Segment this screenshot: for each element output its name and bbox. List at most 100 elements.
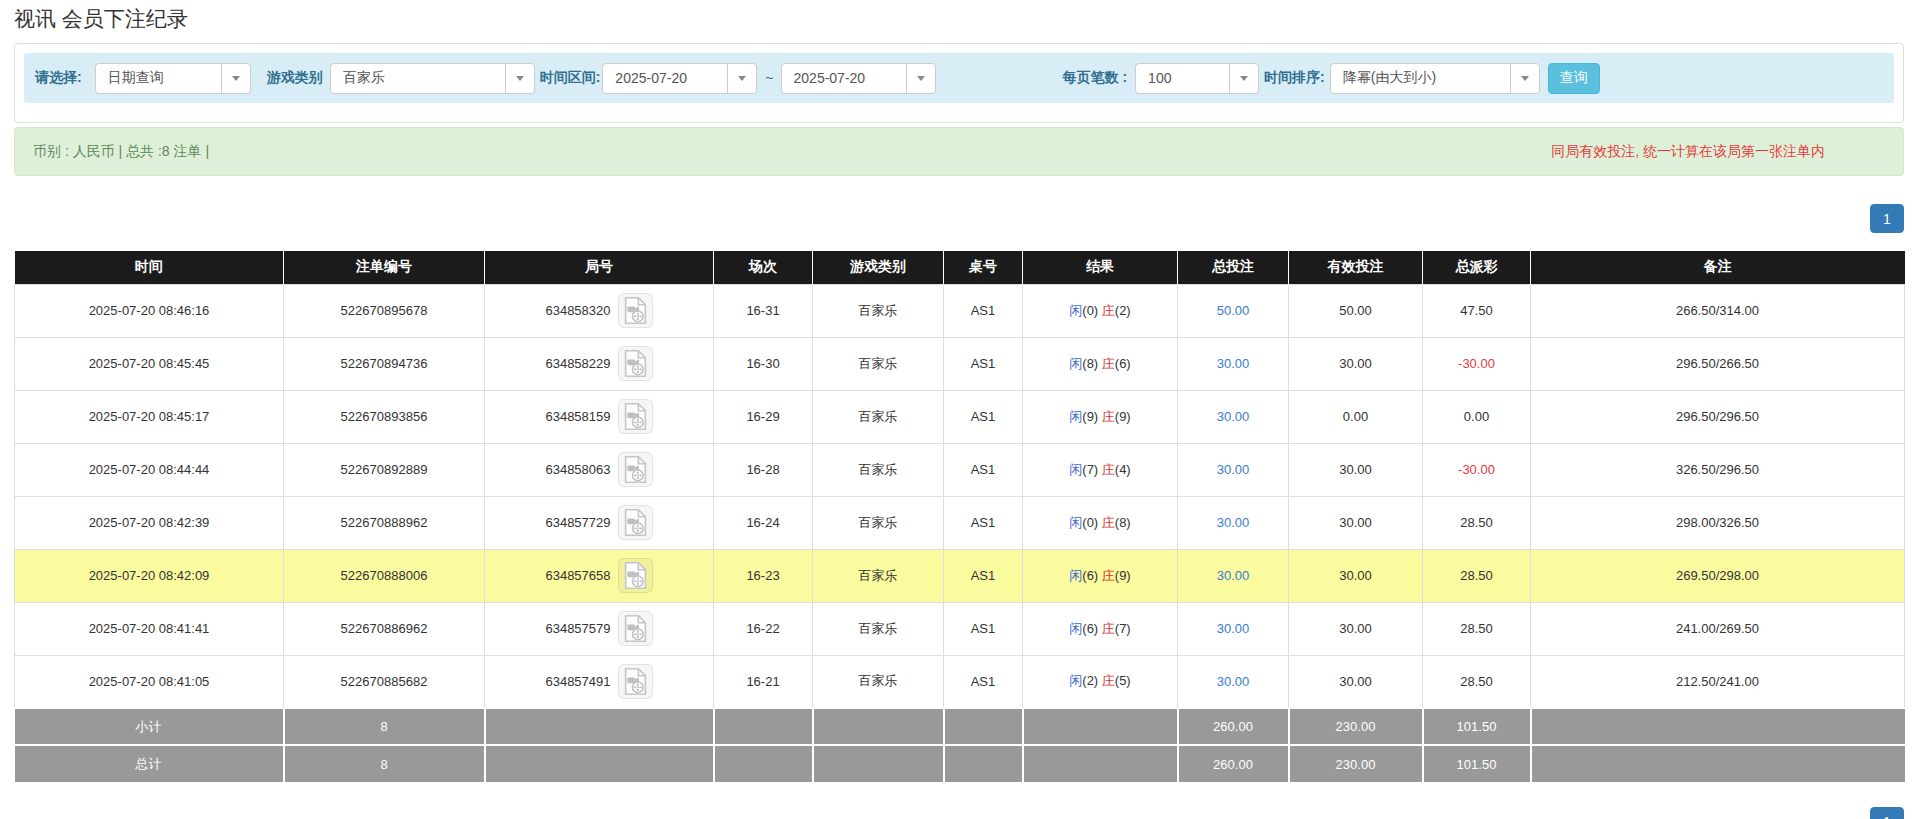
cell-table: AS1 bbox=[944, 390, 1023, 443]
cell-total-bet[interactable]: 30.00 bbox=[1178, 549, 1289, 602]
chevron-down-icon bbox=[906, 64, 935, 93]
video-replay-button[interactable] bbox=[618, 399, 653, 434]
cell-time: 2025-07-20 08:45:17 bbox=[15, 390, 284, 443]
video-file-icon bbox=[622, 667, 649, 696]
cell-game: 百家乐 bbox=[813, 284, 944, 337]
cell-round-id: 634857729 bbox=[485, 496, 714, 549]
query-button[interactable]: 查询 bbox=[1548, 63, 1600, 94]
cell-valid-bet: 0.00 bbox=[1289, 390, 1423, 443]
bet-records-table: 时间注单编号局号场次游戏类别桌号结果总投注有效投注总派彩备注 2025-07-2… bbox=[14, 251, 1905, 782]
video-replay-button[interactable] bbox=[618, 558, 653, 593]
query-type-select[interactable]: 日期查询 bbox=[95, 63, 251, 94]
cell-time: 2025-07-20 08:44:44 bbox=[15, 443, 284, 496]
cell-time: 2025-07-20 08:46:16 bbox=[15, 284, 284, 337]
cell-payout: 28.50 bbox=[1423, 496, 1531, 549]
cell-valid-bet: 30.00 bbox=[1289, 549, 1423, 602]
cell-total-bet[interactable]: 50.00 bbox=[1178, 284, 1289, 337]
footer-count: 8 bbox=[284, 745, 485, 782]
footer-payout: 101.50 bbox=[1423, 708, 1531, 745]
page-size-label: 每页笔数 : bbox=[1063, 69, 1128, 87]
video-file-icon bbox=[622, 561, 649, 590]
cell-payout: 47.50 bbox=[1423, 284, 1531, 337]
cell-table: AS1 bbox=[944, 443, 1023, 496]
cell-result: 闲(9) 庄(9) bbox=[1023, 390, 1178, 443]
video-replay-button[interactable] bbox=[618, 293, 653, 328]
footer-count: 8 bbox=[284, 708, 485, 745]
cell-time: 2025-07-20 08:41:05 bbox=[15, 655, 284, 708]
sort-select[interactable]: 降幂(由大到小) bbox=[1330, 63, 1540, 94]
cell-note: 241.00/269.50 bbox=[1531, 602, 1905, 655]
cell-session: 16-23 bbox=[714, 549, 813, 602]
sort-label: 时间排序: bbox=[1264, 69, 1325, 87]
cell-session: 16-21 bbox=[714, 655, 813, 708]
footer-total-bet: 260.00 bbox=[1178, 708, 1289, 745]
cell-game: 百家乐 bbox=[813, 496, 944, 549]
page-1-button[interactable]: 1 bbox=[1870, 204, 1904, 233]
page-size-select[interactable]: 100 bbox=[1135, 63, 1259, 94]
cell-note: 326.50/296.50 bbox=[1531, 443, 1905, 496]
footer-label: 总计 bbox=[15, 745, 284, 782]
cell-bet-id: 522670895678 bbox=[284, 284, 485, 337]
cell-note: 298.00/326.50 bbox=[1531, 496, 1905, 549]
cell-valid-bet: 30.00 bbox=[1289, 496, 1423, 549]
video-replay-button[interactable] bbox=[618, 611, 653, 646]
filter-bar: 请选择: 日期查询 游戏类别 百家乐 时间区间: 2025-07-20 ~ 20… bbox=[24, 53, 1894, 103]
column-header-6: 桌号 bbox=[944, 251, 1023, 284]
column-header-7: 结果 bbox=[1023, 251, 1178, 284]
cell-total-bet[interactable]: 30.00 bbox=[1178, 443, 1289, 496]
cell-table: AS1 bbox=[944, 284, 1023, 337]
pagination-bottom: 1 bbox=[14, 807, 1904, 819]
footer-label: 小计 bbox=[15, 708, 284, 745]
date-from-select[interactable]: 2025-07-20 bbox=[602, 63, 757, 94]
summary-currency-count: 币别 : 人民币 | 总共 :8 注单 | bbox=[33, 143, 209, 161]
cell-total-bet[interactable]: 30.00 bbox=[1178, 655, 1289, 708]
video-file-icon bbox=[622, 455, 649, 484]
video-replay-button[interactable] bbox=[618, 505, 653, 540]
summary-note: 同局有效投注, 统一计算在该局第一张注单内 bbox=[1551, 143, 1885, 161]
cell-payout: 28.50 bbox=[1423, 549, 1531, 602]
cell-total-bet[interactable]: 30.00 bbox=[1178, 390, 1289, 443]
cell-table: AS1 bbox=[944, 337, 1023, 390]
table-row: 2025-07-20 08:46:16522670895678634858320… bbox=[15, 284, 1905, 337]
column-header-4: 场次 bbox=[714, 251, 813, 284]
game-type-select[interactable]: 百家乐 bbox=[330, 63, 535, 94]
table-footer-row: 总计8260.00230.00101.50 bbox=[15, 745, 1905, 782]
cell-note: 296.50/266.50 bbox=[1531, 337, 1905, 390]
cell-valid-bet: 30.00 bbox=[1289, 655, 1423, 708]
range-separator: ~ bbox=[765, 70, 773, 86]
cell-round-id: 634857579 bbox=[485, 602, 714, 655]
cell-note: 212.50/241.00 bbox=[1531, 655, 1905, 708]
date-to-select[interactable]: 2025-07-20 bbox=[781, 63, 936, 94]
cell-table: AS1 bbox=[944, 602, 1023, 655]
table-footer-row: 小计8260.00230.00101.50 bbox=[15, 708, 1905, 745]
chevron-down-icon bbox=[1510, 64, 1539, 93]
cell-round-id: 634858229 bbox=[485, 337, 714, 390]
table-row: 2025-07-20 08:41:05522670885682634857491… bbox=[15, 655, 1905, 708]
video-file-icon bbox=[622, 349, 649, 378]
cell-game: 百家乐 bbox=[813, 443, 944, 496]
footer-payout: 101.50 bbox=[1423, 745, 1531, 782]
video-replay-button[interactable] bbox=[618, 664, 653, 699]
video-replay-button[interactable] bbox=[618, 452, 653, 487]
page-title: 视讯 会员下注纪录 bbox=[14, 0, 1904, 43]
cell-time: 2025-07-20 08:41:41 bbox=[15, 602, 284, 655]
cell-bet-id: 522670893856 bbox=[284, 390, 485, 443]
cell-table: AS1 bbox=[944, 496, 1023, 549]
chevron-down-icon bbox=[221, 64, 250, 93]
page-1-button[interactable]: 1 bbox=[1870, 807, 1904, 819]
video-file-icon bbox=[622, 614, 649, 643]
cell-result: 闲(0) 庄(8) bbox=[1023, 496, 1178, 549]
filter-panel: 请选择: 日期查询 游戏类别 百家乐 时间区间: 2025-07-20 ~ 20… bbox=[14, 43, 1904, 123]
cell-total-bet[interactable]: 30.00 bbox=[1178, 602, 1289, 655]
video-replay-button[interactable] bbox=[618, 346, 653, 381]
cell-valid-bet: 30.00 bbox=[1289, 602, 1423, 655]
cell-time: 2025-07-20 08:45:45 bbox=[15, 337, 284, 390]
cell-total-bet[interactable]: 30.00 bbox=[1178, 496, 1289, 549]
cell-round-id: 634858320 bbox=[485, 284, 714, 337]
cell-result: 闲(7) 庄(4) bbox=[1023, 443, 1178, 496]
table-row: 2025-07-20 08:45:17522670893856634858159… bbox=[15, 390, 1905, 443]
cell-note: 266.50/314.00 bbox=[1531, 284, 1905, 337]
cell-total-bet[interactable]: 30.00 bbox=[1178, 337, 1289, 390]
chevron-down-icon bbox=[505, 64, 534, 93]
cell-valid-bet: 30.00 bbox=[1289, 337, 1423, 390]
